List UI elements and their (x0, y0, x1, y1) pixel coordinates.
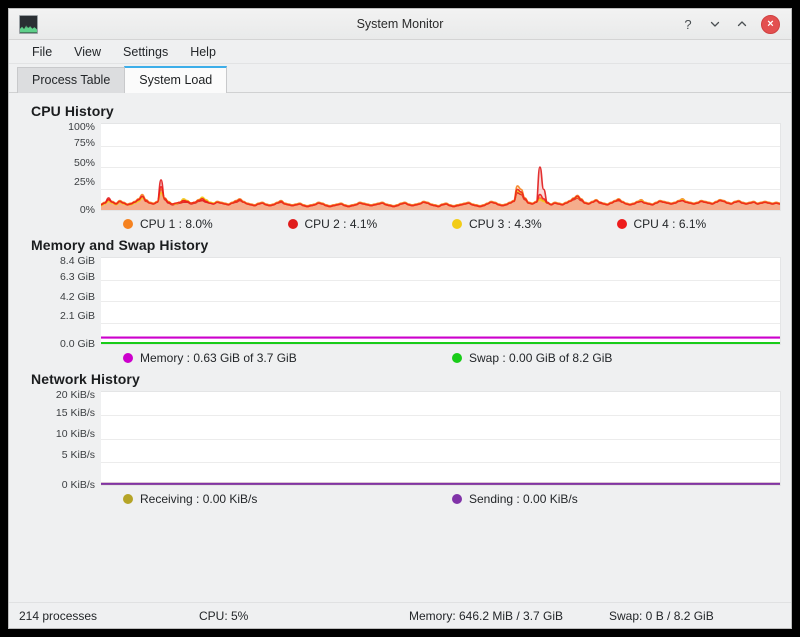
menu-item-settings[interactable]: Settings (112, 43, 179, 61)
net-y-tick-5: 5 KiB/s (62, 450, 95, 461)
sending-color-dot (452, 494, 462, 504)
menu-item-view[interactable]: View (63, 43, 112, 61)
cpu-y-tick-0: 0% (80, 205, 95, 216)
tab-process-table[interactable]: Process Table (17, 67, 125, 93)
net-y-tick-15: 15 KiB/s (56, 408, 95, 419)
minimize-icon[interactable] (707, 16, 723, 32)
cpu4-label: CPU 4 : 6.1% (634, 217, 707, 231)
mem-y-tick-0: 0.0 GiB (60, 339, 95, 350)
mem-y-tick-63: 6.3 GiB (60, 272, 95, 283)
maximize-icon[interactable] (734, 16, 750, 32)
swap-label: Swap : 0.00 GiB of 8.2 GiB (469, 351, 612, 365)
cpu-history-graph (101, 124, 780, 210)
status-processes: 214 processes (19, 609, 199, 623)
help-icon[interactable]: ? (680, 16, 696, 32)
legend-item-memory: Memory : 0.63 GiB of 3.7 GiB (123, 351, 452, 365)
memory-y-axis: 8.4 GiB 6.3 GiB 4.2 GiB 2.1 GiB 0.0 GiB (19, 257, 101, 345)
screen: System Monitor ? × File View Settings He… (0, 0, 800, 637)
cpu-y-tick-25: 25% (74, 177, 95, 188)
legend-item-cpu4: CPU 4 : 6.1% (617, 217, 782, 231)
menu-bar: File View Settings Help (9, 40, 791, 64)
network-y-axis: 20 KiB/s 15 KiB/s 10 KiB/s 5 KiB/s 0 KiB… (19, 391, 101, 486)
menu-item-file[interactable]: File (21, 43, 63, 61)
network-history-graph (101, 392, 780, 485)
sending-label: Sending : 0.00 KiB/s (469, 492, 578, 506)
memory-color-dot (123, 353, 133, 363)
receiving-label: Receiving : 0.00 KiB/s (140, 492, 257, 506)
mem-y-tick-42: 4.2 GiB (60, 292, 95, 303)
cpu-history-section: CPU History 100% 75% 50% 25% 0% (19, 103, 781, 231)
status-cpu: CPU: 5% (199, 609, 409, 623)
cpu-history-plot (101, 123, 781, 211)
net-y-tick-0: 0 KiB/s (62, 480, 95, 491)
close-icon[interactable]: × (761, 15, 780, 34)
cpu-y-tick-75: 75% (74, 138, 95, 149)
swap-color-dot (452, 353, 462, 363)
title-bar: System Monitor ? × (9, 9, 791, 40)
network-history-section: Network History 20 KiB/s 15 KiB/s 10 KiB… (19, 371, 781, 506)
net-y-tick-10: 10 KiB/s (56, 429, 95, 440)
network-legend: Receiving : 0.00 KiB/s Sending : 0.00 Ki… (123, 492, 781, 506)
icon-graph (20, 24, 37, 33)
cpu-legend: CPU 1 : 8.0% CPU 2 : 4.1% CPU 3 : 4.3% C… (123, 217, 781, 231)
cpu-history-title: CPU History (31, 103, 781, 119)
mem-y-tick-21: 2.1 GiB (60, 311, 95, 322)
network-history-title: Network History (31, 371, 781, 387)
window-controls: ? × (680, 15, 785, 34)
tab-bar: Process Table System Load (9, 64, 791, 93)
cpu4-color-dot (617, 219, 627, 229)
memory-history-plot (101, 257, 781, 345)
status-bar: 214 processes CPU: 5% Memory: 646.2 MiB … (9, 602, 791, 628)
tab-system-load[interactable]: System Load (124, 66, 227, 93)
receiving-color-dot (123, 494, 133, 504)
legend-item-cpu3: CPU 3 : 4.3% (452, 217, 617, 231)
cpu1-label: CPU 1 : 8.0% (140, 217, 213, 231)
system-monitor-window: System Monitor ? × File View Settings He… (8, 8, 792, 629)
cpu-y-tick-50: 50% (74, 158, 95, 169)
legend-item-cpu1: CPU 1 : 8.0% (123, 217, 288, 231)
cpu-y-axis: 100% 75% 50% 25% 0% (19, 123, 101, 211)
system-monitor-icon (19, 15, 38, 34)
legend-item-cpu2: CPU 2 : 4.1% (288, 217, 453, 231)
system-load-content: CPU History 100% 75% 50% 25% 0% (9, 93, 791, 602)
network-chart-row: 20 KiB/s 15 KiB/s 10 KiB/s 5 KiB/s 0 KiB… (19, 391, 781, 486)
menu-item-help[interactable]: Help (179, 43, 227, 61)
memory-history-graph (101, 258, 780, 344)
memory-chart-row: 8.4 GiB 6.3 GiB 4.2 GiB 2.1 GiB 0.0 GiB (19, 257, 781, 345)
cpu2-label: CPU 2 : 4.1% (305, 217, 378, 231)
window-title: System Monitor (9, 17, 791, 31)
network-history-plot (101, 391, 781, 486)
cpu3-label: CPU 3 : 4.3% (469, 217, 542, 231)
cpu2-color-dot (288, 219, 298, 229)
cpu-chart-row: 100% 75% 50% 25% 0% (19, 123, 781, 211)
legend-item-sending: Sending : 0.00 KiB/s (452, 492, 781, 506)
memory-history-section: Memory and Swap History 8.4 GiB 6.3 GiB … (19, 237, 781, 365)
mem-y-tick-84: 8.4 GiB (60, 256, 95, 267)
status-memory: Memory: 646.2 MiB / 3.7 GiB (409, 609, 609, 623)
net-y-tick-20: 20 KiB/s (56, 390, 95, 401)
memory-legend: Memory : 0.63 GiB of 3.7 GiB Swap : 0.00… (123, 351, 781, 365)
cpu-y-tick-100: 100% (68, 122, 95, 133)
cpu1-color-dot (123, 219, 133, 229)
status-swap: Swap: 0 B / 8.2 GiB (609, 609, 781, 623)
cpu3-color-dot (452, 219, 462, 229)
legend-item-swap: Swap : 0.00 GiB of 8.2 GiB (452, 351, 781, 365)
memory-history-title: Memory and Swap History (31, 237, 781, 253)
memory-label: Memory : 0.63 GiB of 3.7 GiB (140, 351, 297, 365)
legend-item-receiving: Receiving : 0.00 KiB/s (123, 492, 452, 506)
